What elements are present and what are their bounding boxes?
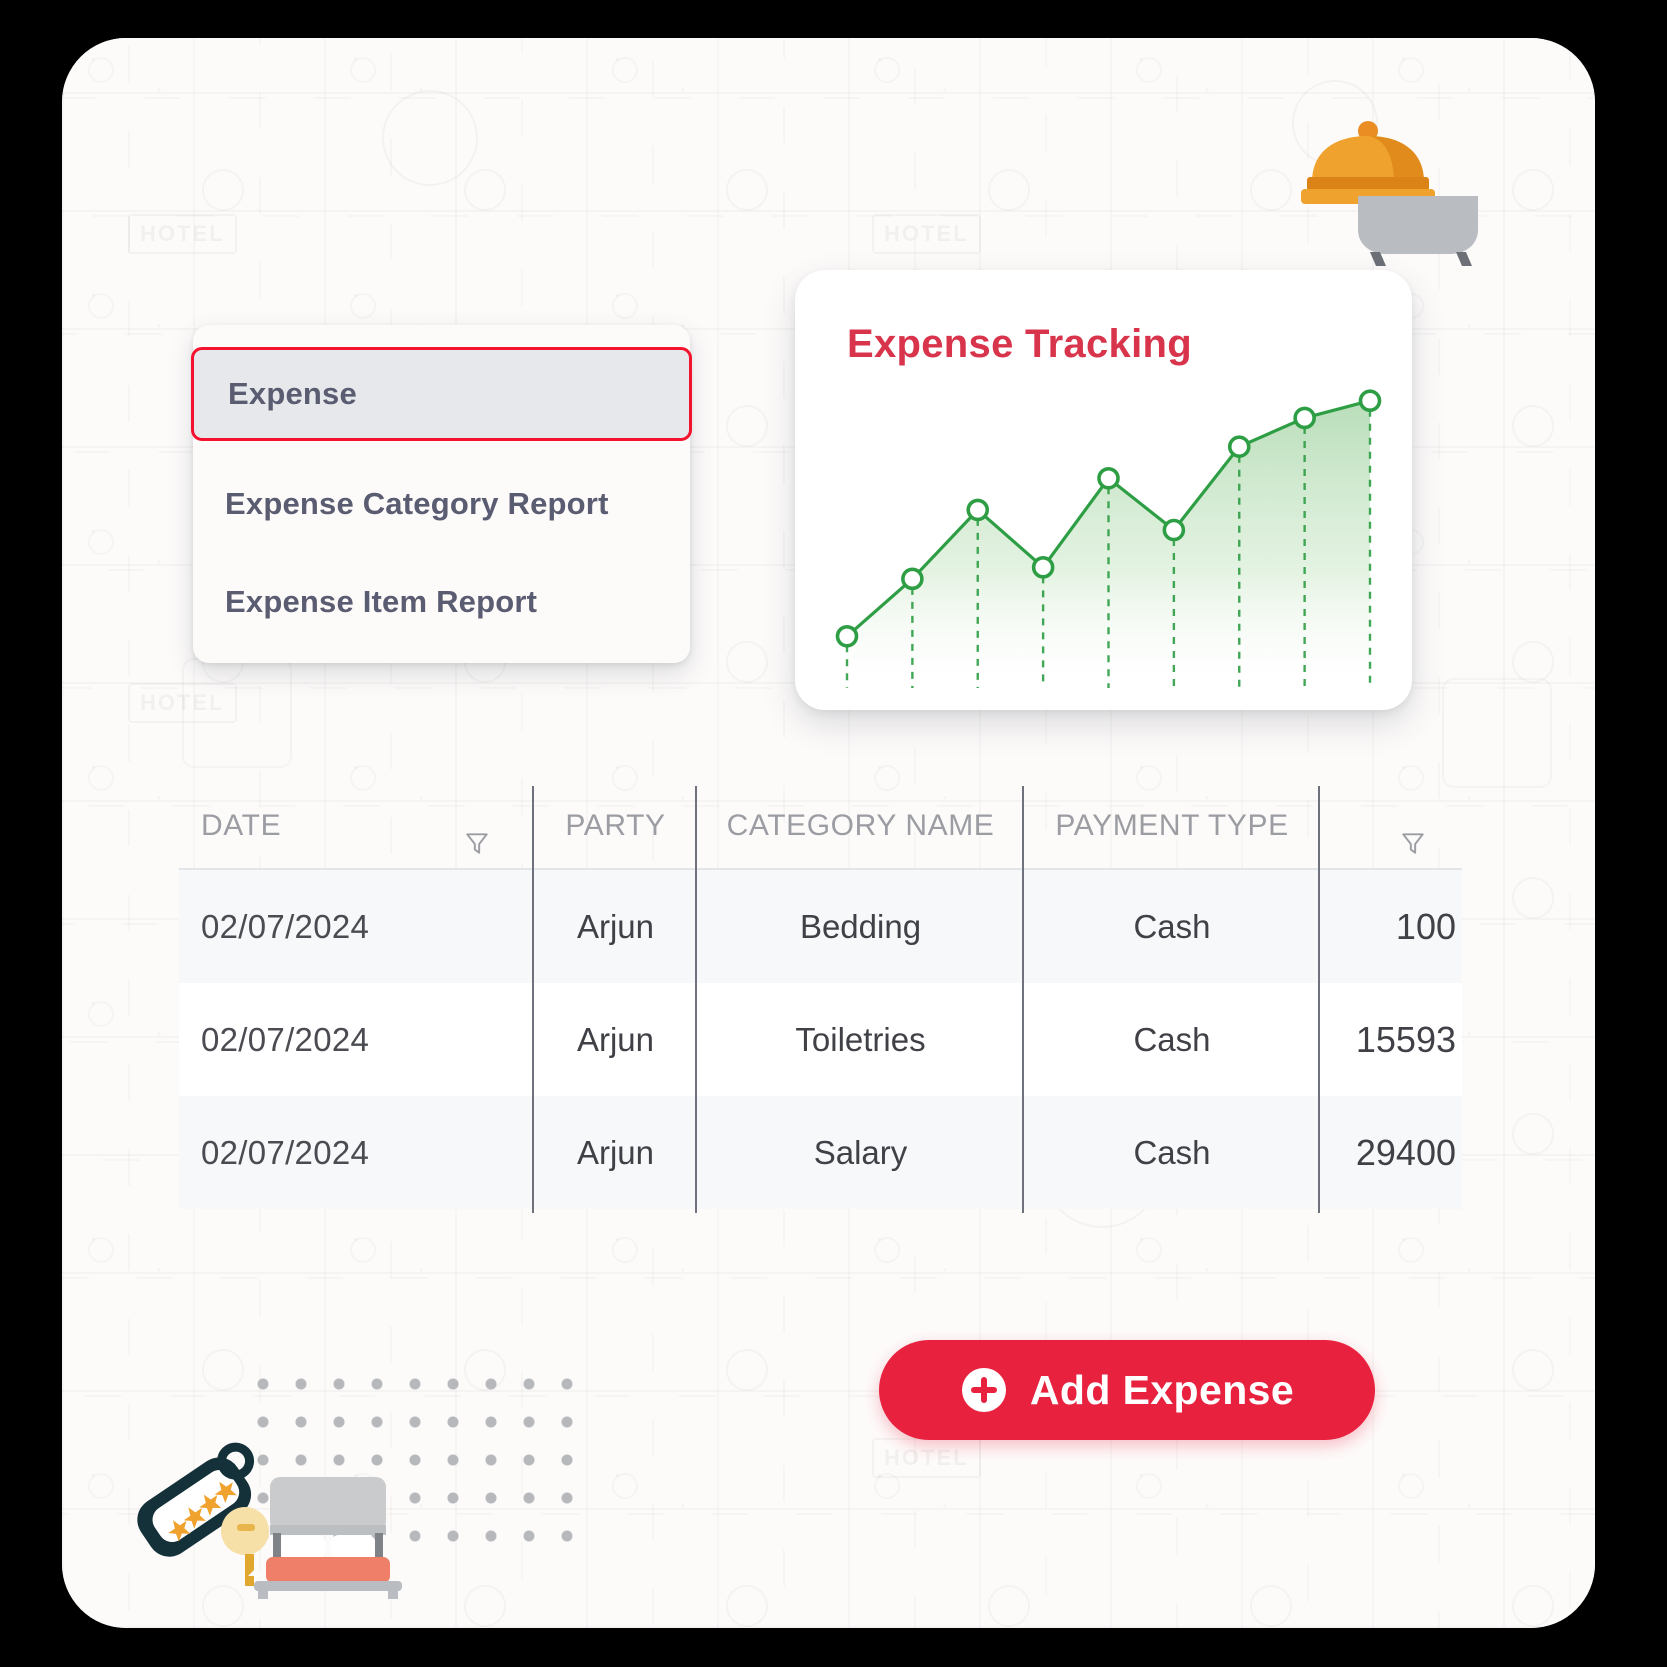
chart-point-4[interactable] [1031,556,1055,579]
expense-tracking-line-chart [835,389,1382,688]
cell-value-party: Arjun [576,1133,655,1171]
table-header-party[interactable]: PARTY [534,786,697,866]
table-cell-party: Arjun [534,979,697,1100]
chart-point-6[interactable] [1162,518,1186,542]
table-cell-amount: 29400 [1320,1096,1462,1209]
table-cell-category: Bedding [697,866,1024,987]
table-cell-date: 02/07/2024 [179,1092,534,1213]
bathtub-icon [1358,196,1478,266]
table-cell-party: Arjun [534,1092,697,1213]
cell-value-category: Toiletries [795,1020,926,1058]
table-cell-amount: 15593 [1320,983,1462,1096]
table-cell-payment-type: Cash [1024,1092,1320,1213]
cell-value-amount: 29400 [1355,1131,1456,1173]
dropdown-item-expense-category-report[interactable]: Expense Category Report [193,469,690,539]
cell-value-amount: 15593 [1355,1018,1456,1060]
cell-value-payment-type: Cash [1133,1133,1211,1171]
column-label: PAYMENT TYPE [1055,809,1289,842]
table-cell-date: 02/07/2024 [179,866,534,987]
chart-point-1[interactable] [835,624,859,648]
table-cell-payment-type: Cash [1024,979,1320,1100]
table-cell-payment-type: Cash [1024,866,1320,987]
expense-tracking-chart-card: Expense Tracking [795,270,1412,710]
cell-value-category: Salary [813,1133,908,1171]
cell-value-payment-type: Cash [1133,907,1211,945]
cell-value-date: 02/07/2024 [201,1020,370,1058]
dropdown-item-expense-item-report[interactable]: Expense Item Report [193,567,690,637]
cell-value-amount: 100 [1395,905,1456,947]
table-cell-date: 02/07/2024 [179,979,534,1100]
report-dropdown-menu[interactable]: Expense Expense Category Report Expense … [191,325,692,663]
cell-value-category: Bedding [799,907,922,945]
table-cell-category: Salary [697,1092,1024,1213]
cell-value-payment-type: Cash [1133,1020,1211,1058]
table-cell-party: Arjun [534,866,697,987]
table-header-amount[interactable] [1320,790,1462,862]
chart-point-2[interactable] [901,567,924,591]
table-body: 02/07/2024 Arjun Bedding Cash 100 02/07/2024 A… [179,866,1462,1213]
app-card: HOTEL HOTEL HOTEL HOTEL Expense [62,38,1595,1628]
table-cell-category: Toiletries [697,979,1024,1100]
cell-value-party: Arjun [576,907,655,945]
dropdown-item-label: Expense Item Report [225,584,538,619]
dropdown-item-expense[interactable]: Expense [191,347,692,441]
column-label: PARTY [565,809,666,842]
filter-icon[interactable] [464,830,490,856]
chart-point-9[interactable] [1358,389,1382,413]
dropdown-item-label: Expense [228,376,357,411]
plus-circle-icon [961,1368,1006,1412]
bed-icon [254,1477,402,1599]
expense-table: DATE PARTY CATEGORY NAME PAYMENT TYPE 02… [179,786,1462,1213]
column-label: CATEGORY NAME [726,809,995,842]
table-cell-amount: 100 [1320,870,1462,983]
add-expense-button[interactable]: Add Expense [879,1340,1375,1440]
dropdown-item-label: Expense Category Report [225,486,609,521]
table-row[interactable]: 02/07/2024 Arjun Bedding Cash 100 [179,866,1462,987]
add-expense-label: Add Expense [1029,1366,1295,1413]
chart-point-3[interactable] [966,498,990,522]
column-label: DATE [201,809,282,842]
table-header-date[interactable]: DATE [179,786,534,866]
table-header-row: DATE PARTY CATEGORY NAME PAYMENT TYPE [179,786,1462,868]
cell-value-date: 02/07/2024 [201,1133,370,1171]
table-row[interactable]: 02/07/2024 Arjun Toiletries Cash 15593 [179,979,1462,1100]
cell-value-date: 02/07/2024 [201,907,370,945]
chart-point-8[interactable] [1293,406,1316,430]
cell-value-party: Arjun [576,1020,655,1058]
table-row[interactable]: 02/07/2024 Arjun Salary Cash 29400 [179,1092,1462,1213]
table-header-payment-type[interactable]: PAYMENT TYPE [1024,786,1320,866]
filter-icon[interactable] [1400,830,1426,856]
screen-root: HOTEL HOTEL HOTEL HOTEL Expense [0,0,1667,1667]
table-header-category-name[interactable]: CATEGORY NAME [697,786,1024,866]
chart-point-7[interactable] [1227,435,1251,458]
chart-point-5[interactable] [1097,466,1120,490]
